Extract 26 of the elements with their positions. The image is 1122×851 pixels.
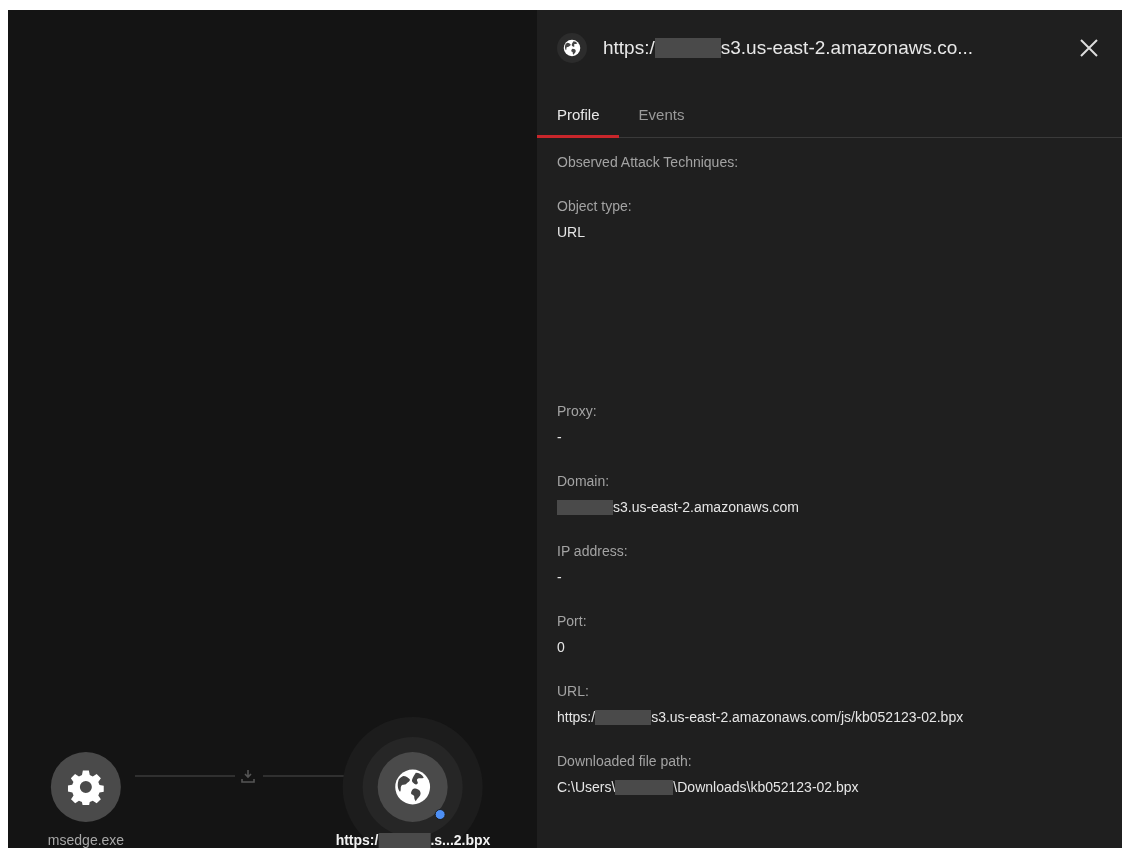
field-label: Port:	[557, 613, 588, 629]
node-label: https:/ .s...2.bpx	[335, 832, 491, 848]
node-label: msedge.exe	[47, 832, 125, 848]
field-label: IP address:	[557, 543, 629, 559]
field-label: Observed Attack Techniques:	[557, 154, 740, 170]
field-label: Proxy:	[557, 403, 598, 419]
close-icon	[1078, 37, 1100, 59]
field-value: -	[557, 569, 563, 585]
field-value: URL	[557, 224, 586, 240]
tab[interactable]: Events	[618, 98, 704, 138]
field-value: 0	[557, 639, 566, 655]
close-button[interactable]	[1078, 37, 1100, 59]
gear-icon	[68, 769, 104, 805]
field-label: URL:	[557, 683, 590, 699]
field-value: C:\Users\ \Downloads\kb052123-02.bpx	[557, 779, 860, 795]
field-label: Domain:	[557, 473, 611, 489]
field-label: Downloaded file path:	[557, 753, 693, 769]
tab[interactable]: Profile	[537, 98, 619, 138]
field-value: -	[557, 429, 563, 445]
field-label: Object type:	[557, 198, 633, 214]
download-icon	[241, 770, 255, 783]
globe-icon	[563, 39, 581, 57]
field-value: https:/ s3.us-east-2.amazonaws.com/js/kb052123-02.bpx	[557, 709, 965, 725]
panel-title: https:/ s3.us-east-2.amazonaws.co...	[603, 37, 975, 59]
field-value: s3.us-east-2.amazonaws.com	[557, 499, 1102, 515]
globe-icon	[394, 768, 432, 806]
